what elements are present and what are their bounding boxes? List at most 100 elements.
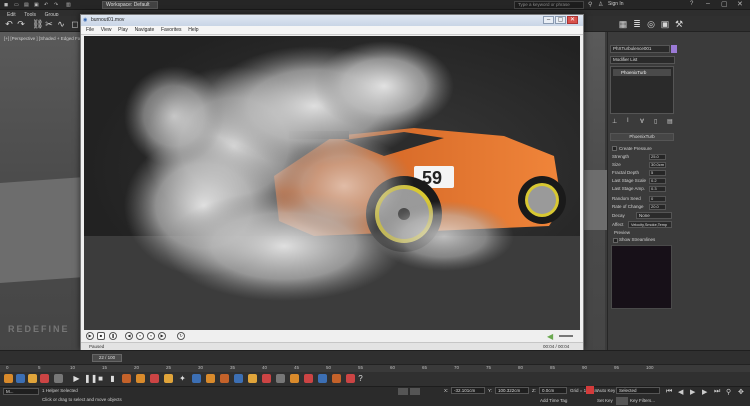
display-icon[interactable]: ▣ xyxy=(660,19,670,29)
media-player-window[interactable]: ◉ burnout01.mov – ▢ ✕ File View Play Nav… xyxy=(80,14,584,350)
turbulence-icon[interactable] xyxy=(164,374,173,383)
modifier-stack-item[interactable]: PhoenixTurb xyxy=(613,69,671,76)
track-bar[interactable]: 0 5 10 15 20 25 30 35 40 45 50 55 60 65 70 75 80 85 90 95 10… xyxy=(0,364,750,372)
rollout-header[interactable]: PhoenixTurb xyxy=(610,133,674,141)
fluid-icon[interactable] xyxy=(346,374,355,383)
strength-spinner[interactable]: 25.0 xyxy=(649,154,666,160)
add-time-tag-button[interactable]: Add Time Tag xyxy=(540,398,567,403)
selection-set-dropdown[interactable]: Selected xyxy=(616,387,660,394)
player-maximize-button[interactable]: ▢ xyxy=(555,16,566,24)
layer-icon[interactable]: ▦ xyxy=(618,19,628,29)
teapot-icon[interactable] xyxy=(4,374,13,383)
motion-icon[interactable]: ◎ xyxy=(646,19,656,29)
link-icon[interactable]: ⛓ xyxy=(32,19,43,29)
helper-icon[interactable] xyxy=(248,374,257,383)
rewind-icon[interactable]: « xyxy=(136,332,144,340)
y-coordinate-field[interactable]: 100.322cm xyxy=(495,387,529,394)
bind-space-warp-icon[interactable]: ∿ xyxy=(56,19,66,29)
video-frame[interactable]: 59 xyxy=(84,36,580,330)
time-slider-thumb[interactable]: 22 / 100 xyxy=(92,354,122,362)
configure-modifier-icon[interactable]: ▤ xyxy=(667,118,673,125)
step-icon[interactable]: ▮ xyxy=(108,374,117,383)
open-icon[interactable]: ▤ xyxy=(24,1,29,9)
x-coordinate-field[interactable]: -32.101cm xyxy=(451,387,485,394)
phoenix-icon[interactable] xyxy=(40,374,49,383)
player-menu-favorites[interactable]: Favorites xyxy=(161,26,182,35)
fire-icon[interactable] xyxy=(28,374,37,383)
vray-icon[interactable] xyxy=(192,374,201,383)
size-spinner[interactable]: 30.0cm xyxy=(649,162,666,168)
close-icon[interactable]: ✕ xyxy=(737,0,743,8)
sign-in-button[interactable]: Sign In xyxy=(608,1,624,7)
set-key-button[interactable]: Set Key xyxy=(597,398,613,403)
create-pressure-checkbox[interactable] xyxy=(612,146,617,151)
pan-icon[interactable]: ✥ xyxy=(738,388,744,396)
absolute-mode-icon[interactable] xyxy=(410,388,420,395)
grid-icon[interactable] xyxy=(54,374,63,383)
key-filters-button[interactable]: Key Filters... xyxy=(630,398,655,403)
help-icon[interactable]: ? xyxy=(356,374,365,383)
last-stage-amp-spinner[interactable]: 0.3 xyxy=(649,186,666,192)
unlink-icon[interactable]: ✂ xyxy=(44,19,54,29)
render-icon[interactable] xyxy=(262,374,271,383)
show-streamlines-checkbox[interactable] xyxy=(613,238,618,243)
globe-icon[interactable] xyxy=(318,374,327,383)
utilities-icon[interactable]: ⚒ xyxy=(674,19,684,29)
player-menu-view[interactable]: View xyxy=(101,26,112,35)
undo-icon[interactable]: ↶ xyxy=(44,1,48,9)
last-stage-scale-spinner[interactable]: 0.2 xyxy=(649,178,666,184)
zoom-icon[interactable]: ⚲ xyxy=(726,388,731,396)
player-title-bar[interactable]: ◉ burnout01.mov – ▢ ✕ xyxy=(81,15,583,26)
fast-forward-icon[interactable]: » xyxy=(147,332,155,340)
save-icon[interactable]: ▣ xyxy=(34,1,39,9)
material-icon[interactable] xyxy=(220,374,229,383)
lock-selection-icon[interactable] xyxy=(398,388,408,395)
affect-button[interactable]: Velocity,Smoke,Temp xyxy=(628,221,672,228)
search-input[interactable]: Type a keyword or phrase xyxy=(514,1,584,9)
minimize-icon[interactable]: – xyxy=(706,0,710,7)
record-icon[interactable] xyxy=(304,374,313,383)
loop-icon[interactable]: ↻ xyxy=(177,332,185,340)
shader-icon[interactable] xyxy=(332,374,341,383)
object-color-swatch[interactable] xyxy=(671,45,677,53)
app-logo-icon[interactable]: ◼ xyxy=(4,1,8,9)
force-icon[interactable] xyxy=(290,374,299,383)
show-end-result-icon[interactable]: I xyxy=(627,118,629,124)
next-frame-icon[interactable]: ▶ xyxy=(702,388,707,396)
redo-icon[interactable]: ↷ xyxy=(16,19,26,29)
seek-forward-icon[interactable]: ▶ xyxy=(158,332,166,340)
play-animation-icon[interactable]: ▶ xyxy=(72,374,81,383)
rate-of-change-spinner[interactable]: 20.0 xyxy=(649,204,666,210)
user-icon[interactable]: ♙ xyxy=(598,1,603,8)
snap-icon[interactable]: ✦ xyxy=(178,374,187,383)
play-icon[interactable]: ▶ xyxy=(86,332,94,340)
redo-icon[interactable]: ↷ xyxy=(54,1,58,9)
player-menu-navigate[interactable]: Navigate xyxy=(135,26,155,35)
workspace-dropdown[interactable]: Workspace: Default xyxy=(102,1,158,9)
help-icon[interactable]: ? xyxy=(690,1,693,7)
player-menu-file[interactable]: File xyxy=(86,26,94,35)
simulator-icon[interactable] xyxy=(136,374,145,383)
source-icon[interactable] xyxy=(150,374,159,383)
undo-icon[interactable]: ↶ xyxy=(4,19,14,29)
pause-animation-icon[interactable]: ❚❚ xyxy=(84,374,97,383)
fractal-depth-spinner[interactable]: 5 xyxy=(649,170,666,176)
go-to-end-icon[interactable]: ⏭ xyxy=(714,388,720,396)
stop-icon[interactable]: ■ xyxy=(97,332,105,340)
modifier-list-dropdown[interactable]: Modifier List xyxy=(610,56,675,64)
pause-icon[interactable]: ❚ xyxy=(109,332,117,340)
play-icon[interactable]: ▶ xyxy=(690,388,695,396)
key-icon[interactable] xyxy=(616,397,628,405)
viewport-label[interactable]: [+] [Perspective ] [Shaded + Edged Faces… xyxy=(4,36,90,41)
player-minimize-button[interactable]: – xyxy=(543,16,554,24)
hierarchy-icon[interactable]: ≣ xyxy=(632,19,642,29)
auto-key-button[interactable]: Auto Key xyxy=(597,388,615,393)
maxscript-listener[interactable]: M... xyxy=(3,388,39,395)
select-object-icon[interactable]: ◻ xyxy=(70,19,80,29)
random-seed-spinner[interactable]: 0 xyxy=(649,196,666,202)
remove-modifier-icon[interactable]: ▯ xyxy=(654,118,657,125)
z-coordinate-field[interactable]: 0.0cm xyxy=(539,387,567,394)
volume-icon[interactable]: ◀ xyxy=(547,332,553,341)
modifier-stack[interactable]: PhoenixTurb xyxy=(610,66,674,114)
volume-slider[interactable] xyxy=(559,335,573,337)
